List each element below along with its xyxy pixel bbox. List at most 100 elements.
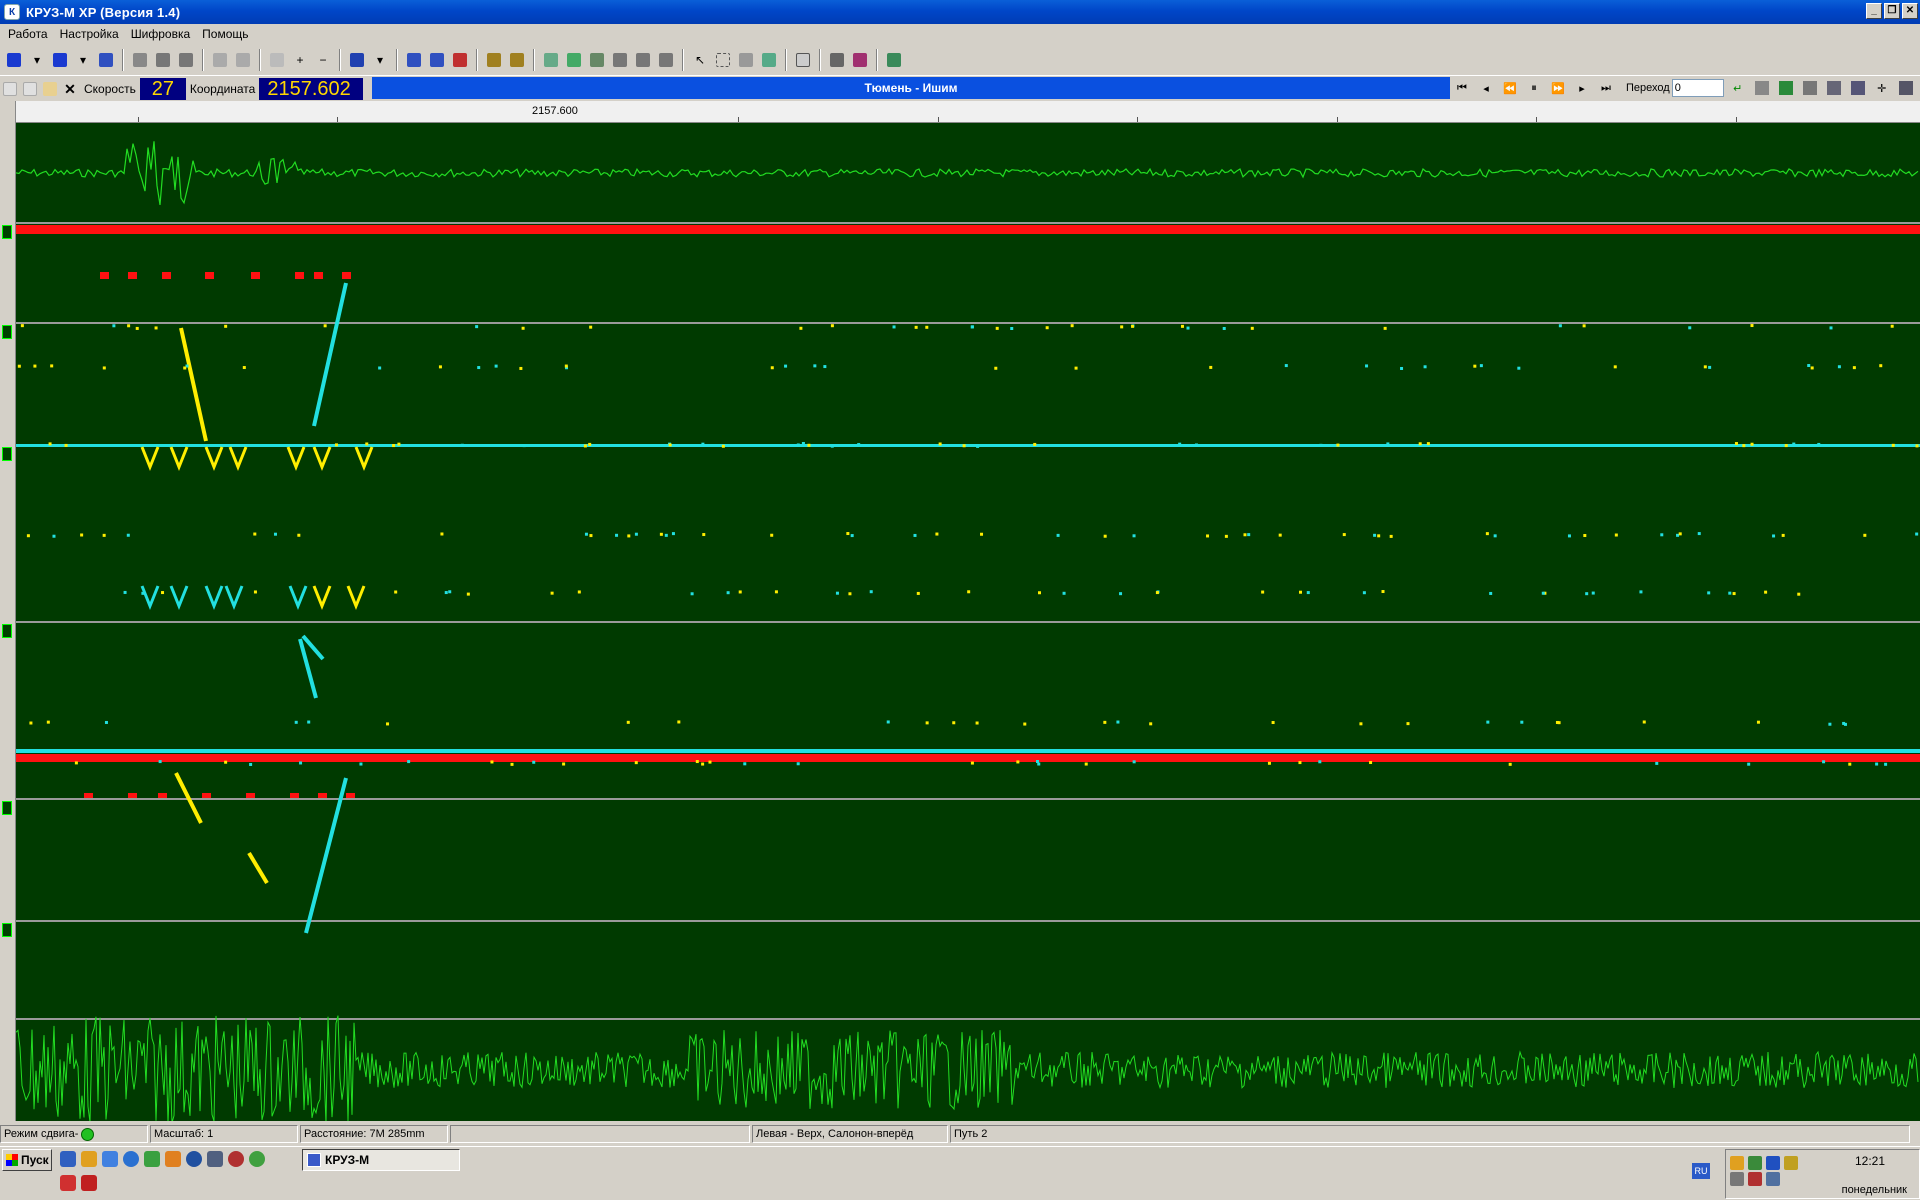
- grid-icon[interactable]: [267, 50, 287, 70]
- echo-dot: [893, 325, 896, 328]
- export-icon[interactable]: [759, 50, 779, 70]
- preview-icon[interactable]: [793, 50, 813, 70]
- open-file-icon[interactable]: [40, 79, 60, 99]
- quicklaunch-app-icon[interactable]: [207, 1151, 223, 1167]
- quicklaunch-app-icon[interactable]: [228, 1151, 244, 1167]
- minimize-button[interactable]: _: [1866, 3, 1882, 19]
- quicklaunch-app-icon[interactable]: [102, 1151, 118, 1167]
- marker-edit-icon[interactable]: [427, 50, 447, 70]
- tray-icon[interactable]: [1748, 1172, 1762, 1186]
- first-icon[interactable]: ⏮: [1452, 78, 1472, 98]
- select-rect-icon[interactable]: [713, 50, 733, 70]
- channels-grid-icon[interactable]: [96, 50, 116, 70]
- channel-marker[interactable]: [2, 801, 12, 815]
- goto-input[interactable]: [1672, 79, 1724, 97]
- volume-icon[interactable]: [1730, 1172, 1744, 1186]
- step-forward-icon[interactable]: ▸: [1572, 78, 1592, 98]
- tray-icon[interactable]: [1766, 1172, 1780, 1186]
- echo-dot: [1517, 367, 1520, 370]
- pointer-icon[interactable]: ↖: [690, 50, 710, 70]
- tool-b-icon[interactable]: [587, 50, 607, 70]
- quicklaunch-app-icon[interactable]: [60, 1175, 76, 1191]
- echo-dot: [103, 534, 106, 537]
- zoom-out-icon[interactable]: [210, 50, 230, 70]
- search-next-icon[interactable]: [507, 50, 527, 70]
- app-icon[interactable]: К: [4, 4, 20, 20]
- chart-icon[interactable]: [564, 50, 584, 70]
- tray-icon[interactable]: [1748, 1156, 1762, 1170]
- edit-icon[interactable]: [633, 50, 653, 70]
- new-file-icon[interactable]: [0, 79, 20, 99]
- echo-dot: [743, 762, 746, 765]
- channel-marker[interactable]: [2, 325, 12, 339]
- pause-icon[interactable]: ⏸: [1524, 78, 1544, 98]
- quicklaunch-app-icon[interactable]: [144, 1151, 160, 1167]
- wrench-icon[interactable]: [1824, 78, 1844, 98]
- bars-icon[interactable]: [1896, 78, 1916, 98]
- tray-icon[interactable]: [1730, 1156, 1744, 1170]
- browser-icon[interactable]: [123, 1151, 139, 1167]
- adjust-icon[interactable]: [1848, 78, 1868, 98]
- channel-marker[interactable]: [2, 923, 12, 937]
- marker-icon[interactable]: [404, 50, 424, 70]
- tree-icon[interactable]: [656, 50, 676, 70]
- echo-dot: [253, 533, 256, 536]
- last-icon[interactable]: ⏭: [1596, 78, 1616, 98]
- fast-forward-icon[interactable]: ⏩: [1548, 78, 1568, 98]
- rewind-icon[interactable]: ⏪: [1500, 78, 1520, 98]
- quicklaunch-app-icon[interactable]: [60, 1151, 76, 1167]
- language-indicator[interactable]: RU: [1692, 1163, 1710, 1179]
- dropdown-icon[interactable]: ▾: [370, 50, 390, 70]
- channel-marker[interactable]: [2, 447, 12, 461]
- filter-icon[interactable]: [1800, 78, 1820, 98]
- tool-a-icon[interactable]: [541, 50, 561, 70]
- dropdown-icon[interactable]: ▾: [27, 50, 47, 70]
- menu-work[interactable]: Работа: [2, 27, 54, 41]
- menu-settings[interactable]: Настройка: [54, 27, 125, 41]
- print-icon[interactable]: [827, 50, 847, 70]
- scan-icon[interactable]: [130, 50, 150, 70]
- quicklaunch-app-icon[interactable]: [186, 1151, 202, 1167]
- tray-icon[interactable]: [1784, 1156, 1798, 1170]
- enter-icon[interactable]: ↵: [1728, 78, 1748, 98]
- zoom-in-icon[interactable]: [233, 50, 253, 70]
- crosshair-icon[interactable]: ✛: [1872, 78, 1892, 98]
- measure-icon[interactable]: [153, 50, 173, 70]
- mode-icon[interactable]: [1776, 78, 1796, 98]
- echo-dot: [1520, 721, 1523, 724]
- sliders-icon[interactable]: [610, 50, 630, 70]
- ruler-icon[interactable]: [736, 50, 756, 70]
- report-icon[interactable]: [884, 50, 904, 70]
- menu-encryption[interactable]: Шифровка: [125, 27, 196, 41]
- taskbar-item-kruz[interactable]: КРУЗ-М: [302, 1149, 460, 1171]
- echo-dot: [1038, 591, 1041, 594]
- channel-marker[interactable]: [2, 225, 12, 239]
- restore-button[interactable]: ❐: [1884, 3, 1900, 19]
- measure-alt-icon[interactable]: [176, 50, 196, 70]
- close-button[interactable]: ✕: [1902, 3, 1918, 19]
- menu-help[interactable]: Помощь: [196, 27, 254, 41]
- channel-marker[interactable]: [2, 624, 12, 638]
- echo-dot: [1373, 534, 1376, 537]
- pen-icon[interactable]: [347, 50, 367, 70]
- toolbar-separator: [259, 49, 261, 71]
- step-back-icon[interactable]: ◂: [1476, 78, 1496, 98]
- channel-1-icon[interactable]: [4, 50, 24, 70]
- dropdown-icon[interactable]: ▾: [73, 50, 93, 70]
- pdf-icon[interactable]: [81, 1175, 97, 1191]
- quicklaunch-app-icon[interactable]: [81, 1151, 97, 1167]
- quicklaunch-app-icon[interactable]: [249, 1151, 265, 1167]
- channel-2-icon[interactable]: [50, 50, 70, 70]
- minus-icon[interactable]: −: [313, 50, 333, 70]
- tray-icon[interactable]: [1766, 1156, 1780, 1170]
- quicklaunch-app-icon[interactable]: [165, 1151, 181, 1167]
- plus-icon[interactable]: +: [290, 50, 310, 70]
- marker-delete-icon[interactable]: [450, 50, 470, 70]
- close-x-icon[interactable]: ✕: [60, 79, 80, 99]
- book-icon[interactable]: [850, 50, 870, 70]
- start-button[interactable]: Пуск: [2, 1149, 52, 1171]
- search-icon[interactable]: [484, 50, 504, 70]
- flaw-detector-plot[interactable]: [16, 123, 1920, 1121]
- copy-file-icon[interactable]: [20, 79, 40, 99]
- table-icon[interactable]: [1752, 78, 1772, 98]
